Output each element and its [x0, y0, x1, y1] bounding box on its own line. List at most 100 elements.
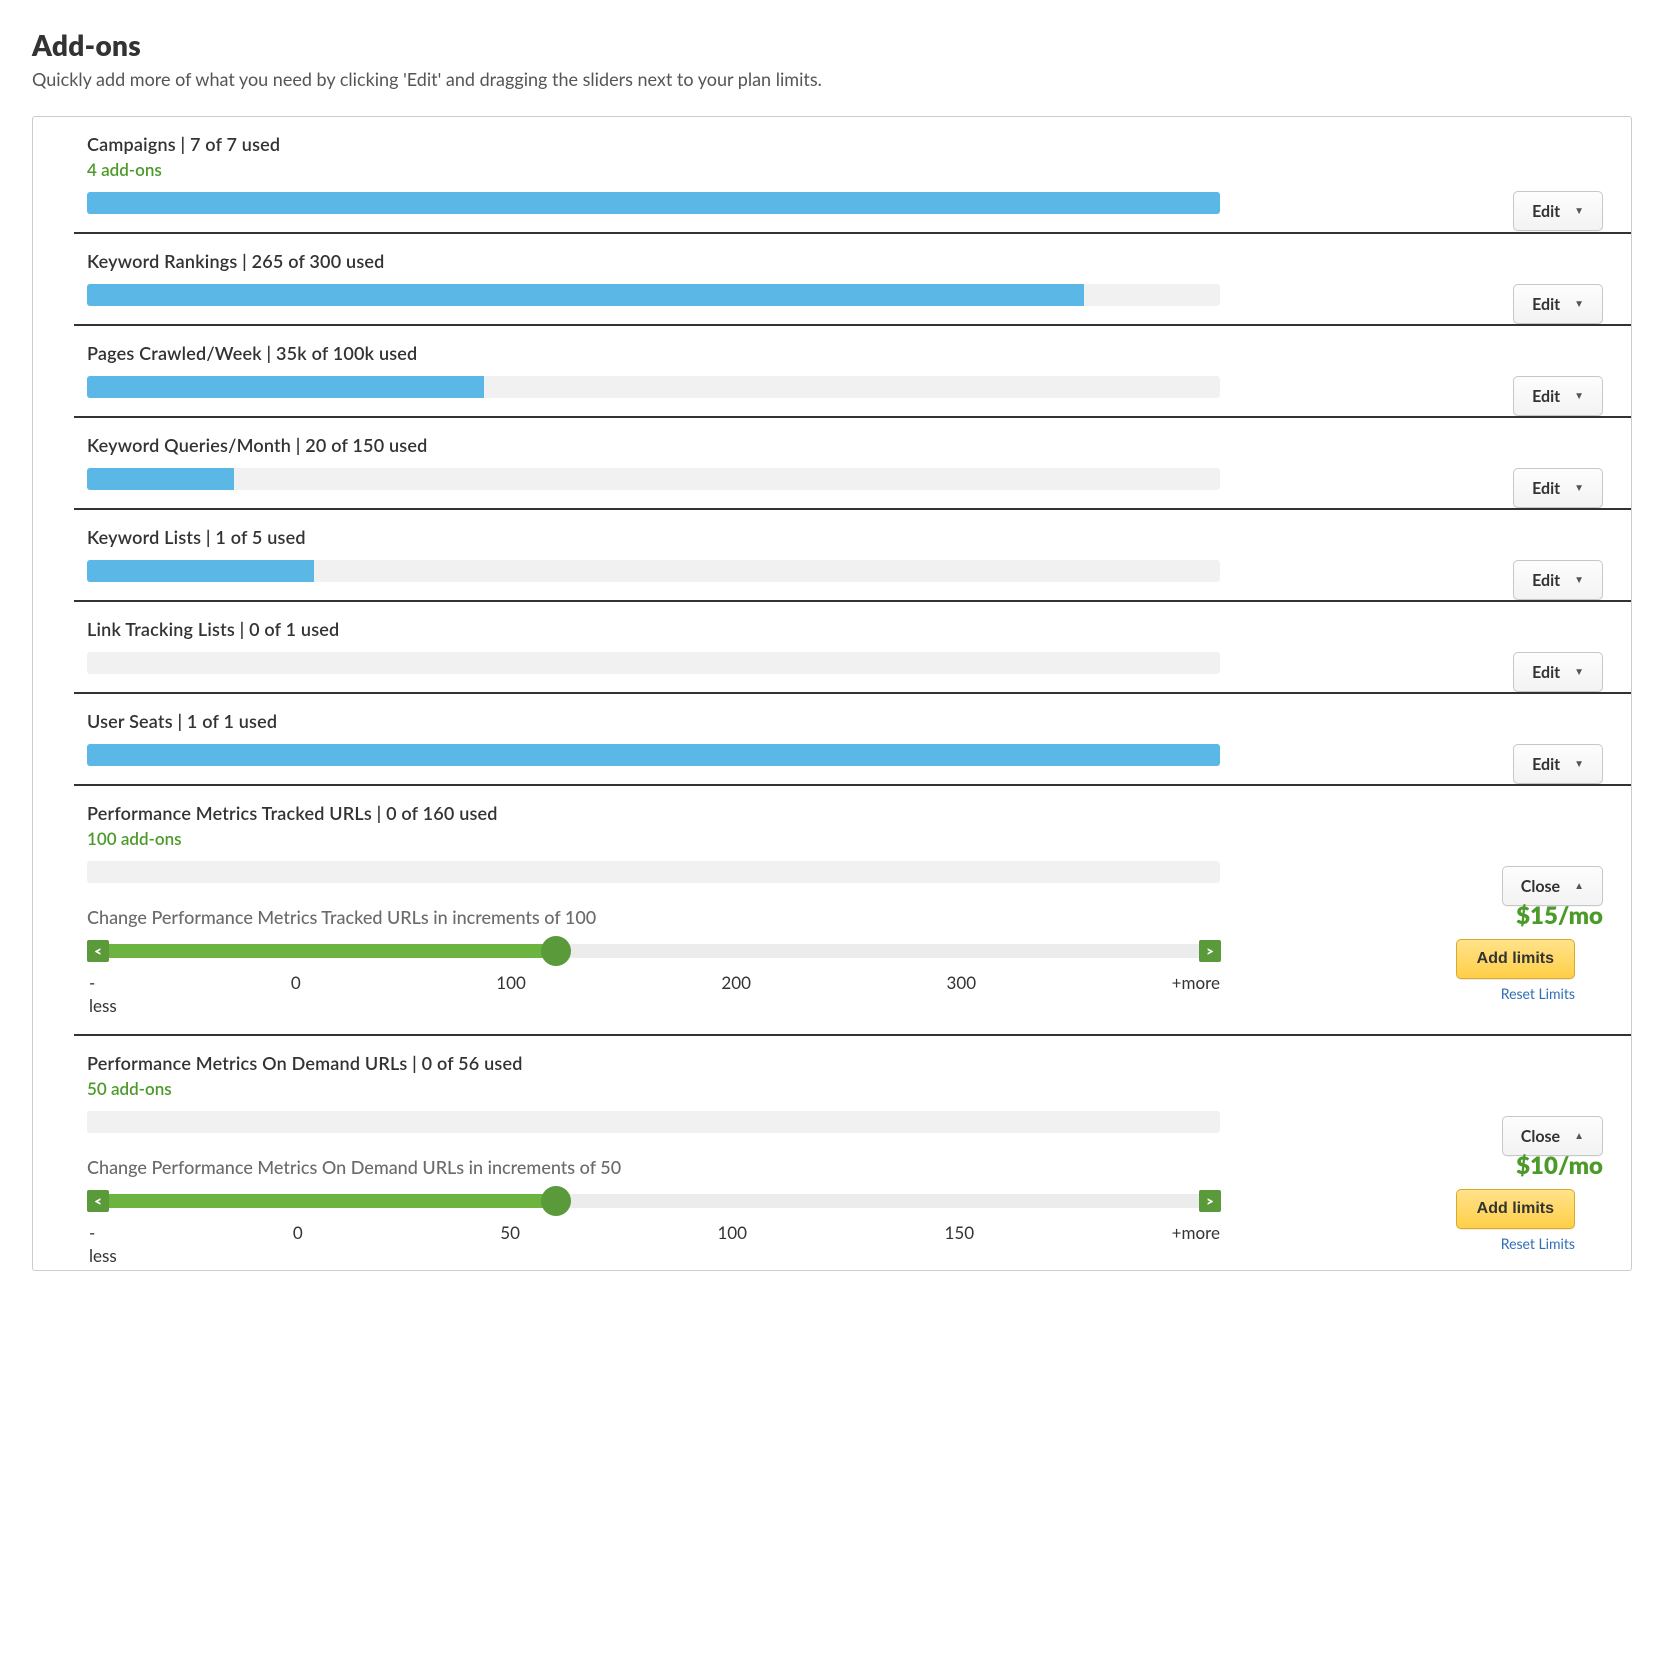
addon-count: 50 add-ons [87, 1078, 1603, 1099]
edit-button[interactable]: Edit ▼ [1513, 191, 1603, 231]
usage-bar [87, 376, 1220, 398]
button-label: Edit [1532, 571, 1560, 590]
slider-change-label: Change Performance Metrics Tracked URLs … [87, 906, 596, 928]
addon-label: Performance Metrics On Demand URLs | 0 o… [87, 1052, 1603, 1074]
chevron-down-icon: ▼ [1574, 205, 1584, 217]
add-limits-button[interactable]: Add limits [1456, 1189, 1575, 1229]
slider-thumb[interactable] [541, 1186, 571, 1216]
button-label: Edit [1532, 755, 1560, 774]
slider-thumb[interactable] [541, 936, 571, 966]
usage-bar [87, 284, 1220, 306]
slider-tick: - [89, 1222, 95, 1243]
chevron-down-icon: ▼ [1574, 574, 1584, 586]
addons-panel: Campaigns | 7 of 7 used4 add-onsEdit▼Key… [32, 116, 1632, 1271]
usage-bar [87, 861, 1220, 883]
usage-bar-fill [87, 560, 314, 582]
addon-label: Keyword Lists | 1 of 5 used [87, 526, 1603, 548]
slider-less-label: less [89, 1245, 1603, 1266]
slider-increase-button[interactable]: > [1199, 1190, 1221, 1212]
usage-bar [87, 744, 1220, 766]
addon-label: Campaigns | 7 of 7 used [87, 133, 1603, 155]
button-label: Edit [1532, 295, 1560, 314]
slider-tick: +more [1172, 972, 1220, 993]
usage-bar [87, 468, 1220, 490]
slider-fill [109, 1194, 556, 1208]
slider-tick: 50 [500, 1222, 520, 1243]
slider-tick: 200 [721, 972, 751, 993]
edit-button[interactable]: Edit ▼ [1513, 284, 1603, 324]
edit-button[interactable]: Edit ▼ [1513, 652, 1603, 692]
slider-less-label: less [89, 995, 1603, 1016]
page-title: Add-ons [32, 28, 1632, 62]
addon-row-campaigns: Campaigns | 7 of 7 used 4 add-ons Edit ▼ [33, 117, 1631, 234]
slider-rail[interactable] [109, 944, 1199, 958]
addon-label: Link Tracking Lists | 0 of 1 used [87, 618, 1603, 640]
button-label: Close [1521, 1127, 1560, 1146]
chevron-down-icon: ▼ [1574, 758, 1584, 770]
addon-row-perf-ondemand: Performance Metrics On Demand URLs | 0 o… [33, 1036, 1631, 1266]
addon-label: Performance Metrics Tracked URLs | 0 of … [87, 802, 1603, 824]
addon-label: Pages Crawled/Week | 35k of 100k used [87, 342, 1603, 364]
addon-row-link-tracking: Link Tracking Lists | 0 of 1 used Edit ▼ [33, 602, 1631, 694]
usage-bar-fill [87, 284, 1084, 306]
button-label: Edit [1532, 202, 1560, 221]
button-label: Edit [1532, 387, 1560, 406]
slider-increase-button[interactable]: > [1199, 940, 1221, 962]
chevron-down-icon: ▼ [1574, 666, 1584, 678]
usage-bar [87, 1111, 1220, 1133]
page-subtitle: Quickly add more of what you need by cli… [32, 68, 1632, 90]
usage-bar [87, 560, 1220, 582]
close-button[interactable]: Close ▲ [1502, 1116, 1603, 1156]
chevron-down-icon: ▼ [1574, 482, 1584, 494]
addon-row-pages-crawled: Pages Crawled/Week | 35k of 100k used Edi… [33, 326, 1631, 418]
slider-decrease-button[interactable]: < [87, 1190, 109, 1212]
addon-label: Keyword Queries/Month | 20 of 150 used [87, 434, 1603, 456]
usage-bar-fill [87, 376, 484, 398]
addon-label: Keyword Rankings | 265 of 300 used [87, 250, 1603, 272]
slider-tick: 100 [717, 1222, 747, 1243]
usage-bar [87, 652, 1220, 674]
chevron-down-icon: ▼ [1574, 298, 1584, 310]
slider-tick: 300 [947, 972, 977, 993]
chevron-up-icon: ▲ [1574, 880, 1584, 892]
addon-price: $10/mo [1516, 1151, 1603, 1180]
slider-tick: +more [1172, 1222, 1220, 1243]
close-button[interactable]: Close ▲ [1502, 866, 1603, 906]
chevron-up-icon: ▲ [1574, 1130, 1584, 1142]
slider-ticks: - 0 100 200 300 +more [87, 972, 1220, 993]
addon-price: $15/mo [1516, 901, 1603, 930]
addon-row-user-seats: User Seats | 1 of 1 used Edit ▼ [33, 694, 1631, 786]
button-label: Close [1521, 877, 1560, 896]
slider-rail[interactable] [109, 1194, 1199, 1208]
addon-row-keyword-queries: Keyword Queries/Month | 20 of 150 used Ed… [33, 418, 1631, 510]
usage-bar-fill [87, 468, 234, 490]
slider-tick: 150 [945, 1222, 975, 1243]
addon-label: User Seats | 1 of 1 used [87, 710, 1603, 732]
usage-bar [87, 192, 1220, 214]
edit-button[interactable]: Edit ▼ [1513, 468, 1603, 508]
edit-button[interactable]: Edit ▼ [1513, 376, 1603, 416]
slider-change-label: Change Performance Metrics On Demand URL… [87, 1156, 621, 1178]
slider-fill [109, 944, 556, 958]
addon-count: 4 add-ons [87, 159, 1603, 180]
reset-limits-link[interactable]: Reset Limits [1501, 985, 1575, 1002]
reset-limits-link[interactable]: Reset Limits [1501, 1235, 1575, 1252]
slider-tick: 0 [291, 972, 301, 993]
slider-tick: 0 [293, 1222, 303, 1243]
edit-button[interactable]: Edit ▼ [1513, 560, 1603, 600]
addon-row-keyword-lists: Keyword Lists | 1 of 5 used Edit ▼ [33, 510, 1631, 602]
edit-button[interactable]: Edit ▼ [1513, 744, 1603, 784]
slider-tick: - [89, 972, 95, 993]
addon-count: 100 add-ons [87, 828, 1603, 849]
addon-row-keyword-rankings: Keyword Rankings | 265 of 300 used Edit ▼ [33, 234, 1631, 326]
button-label: Edit [1532, 663, 1560, 682]
usage-bar-fill [87, 744, 1220, 766]
chevron-down-icon: ▼ [1574, 390, 1584, 402]
add-limits-button[interactable]: Add limits [1456, 939, 1575, 979]
usage-bar-fill [87, 192, 1220, 214]
slider-decrease-button[interactable]: < [87, 940, 109, 962]
addon-row-perf-tracked: Performance Metrics Tracked URLs | 0 of … [33, 786, 1631, 1036]
slider-ticks: - 0 50 100 150 +more [87, 1222, 1220, 1243]
button-label: Edit [1532, 479, 1560, 498]
slider-tick: 100 [496, 972, 526, 993]
